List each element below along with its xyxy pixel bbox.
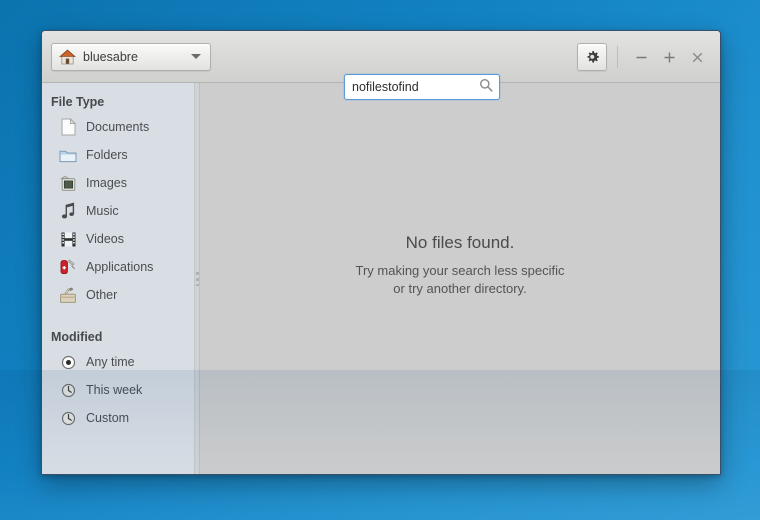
minimize-button[interactable] (627, 43, 655, 71)
titlebar-right-controls (577, 31, 711, 83)
sidebar-item-label: Any time (86, 355, 135, 369)
sidebar-splitter[interactable] (194, 83, 200, 474)
path-label: bluesabre (83, 49, 138, 64)
path-chooser-button[interactable]: bluesabre (51, 42, 211, 71)
clock-icon (59, 381, 77, 399)
sidebar-item-images[interactable]: Images (42, 169, 194, 197)
music-note-icon (59, 202, 77, 220)
swiss-knife-icon (59, 258, 77, 276)
document-icon (59, 118, 77, 136)
filter-sidebar: File Type Documents Folders Images Music… (42, 83, 194, 474)
splitter-handle-icon (196, 271, 199, 286)
modified-section-title: Modified (51, 330, 103, 344)
sidebar-item-label: Music (86, 204, 119, 218)
search-icon (479, 78, 493, 97)
sidebar-item-applications[interactable]: Applications (42, 253, 194, 281)
window-titlebar: bluesabre (42, 31, 720, 100)
empty-state-title: No files found. (405, 233, 515, 252)
empty-state-line-2: or try another directory. (393, 281, 527, 296)
sidebar-item-music[interactable]: Music (42, 197, 194, 225)
sidebar-item-label: Custom (86, 411, 130, 425)
sidebar-item-custom[interactable]: Custom (42, 404, 194, 432)
file-type-section-title: File Type (51, 95, 105, 109)
toolbar-separator (617, 46, 618, 68)
catfish-search-window: bluesabre nofilestofind File Type Docume… (41, 30, 721, 475)
gear-icon (585, 50, 600, 65)
film-strip-icon (59, 230, 77, 248)
image-icon (59, 174, 77, 192)
sidebar-item-videos[interactable]: Videos (42, 225, 194, 253)
sidebar-item-folders[interactable]: Folders (42, 141, 194, 169)
maximize-button[interactable] (655, 43, 683, 71)
toolbox-icon (59, 286, 77, 304)
folder-icon (59, 146, 77, 164)
sidebar-item-label: Folders (86, 148, 128, 162)
settings-button[interactable] (577, 43, 607, 71)
search-field-wrapper[interactable] (344, 74, 500, 100)
desktop-background: bluesabre nofilestofind File Type Docume… (0, 0, 760, 520)
sidebar-item-this-week[interactable]: This week (42, 376, 194, 404)
sidebar-item-label: Other (86, 288, 118, 302)
clock-icon (59, 409, 77, 427)
results-area: No files found. Try making your search l… (200, 83, 720, 474)
chevron-down-icon (191, 54, 201, 59)
sidebar-item-any-time[interactable]: Any time (42, 348, 194, 376)
sidebar-item-label: Images (86, 176, 127, 190)
sidebar-item-label: This week (86, 383, 143, 397)
sidebar-item-label: Videos (86, 232, 124, 246)
sidebar-item-documents[interactable]: Documents (42, 113, 194, 141)
empty-state: No files found. Try making your search l… (355, 233, 564, 298)
window-body: File Type Documents Folders Images Music… (42, 83, 720, 474)
close-button[interactable] (683, 43, 711, 71)
sidebar-item-label: Documents (86, 120, 150, 134)
home-icon (59, 48, 76, 65)
empty-state-line-1: Try making your search less specific (355, 263, 565, 278)
radio-selected-icon (59, 353, 77, 371)
sidebar-item-other[interactable]: Other (42, 281, 194, 309)
search-input[interactable] (352, 80, 479, 94)
sidebar-item-label: Applications (86, 260, 154, 274)
